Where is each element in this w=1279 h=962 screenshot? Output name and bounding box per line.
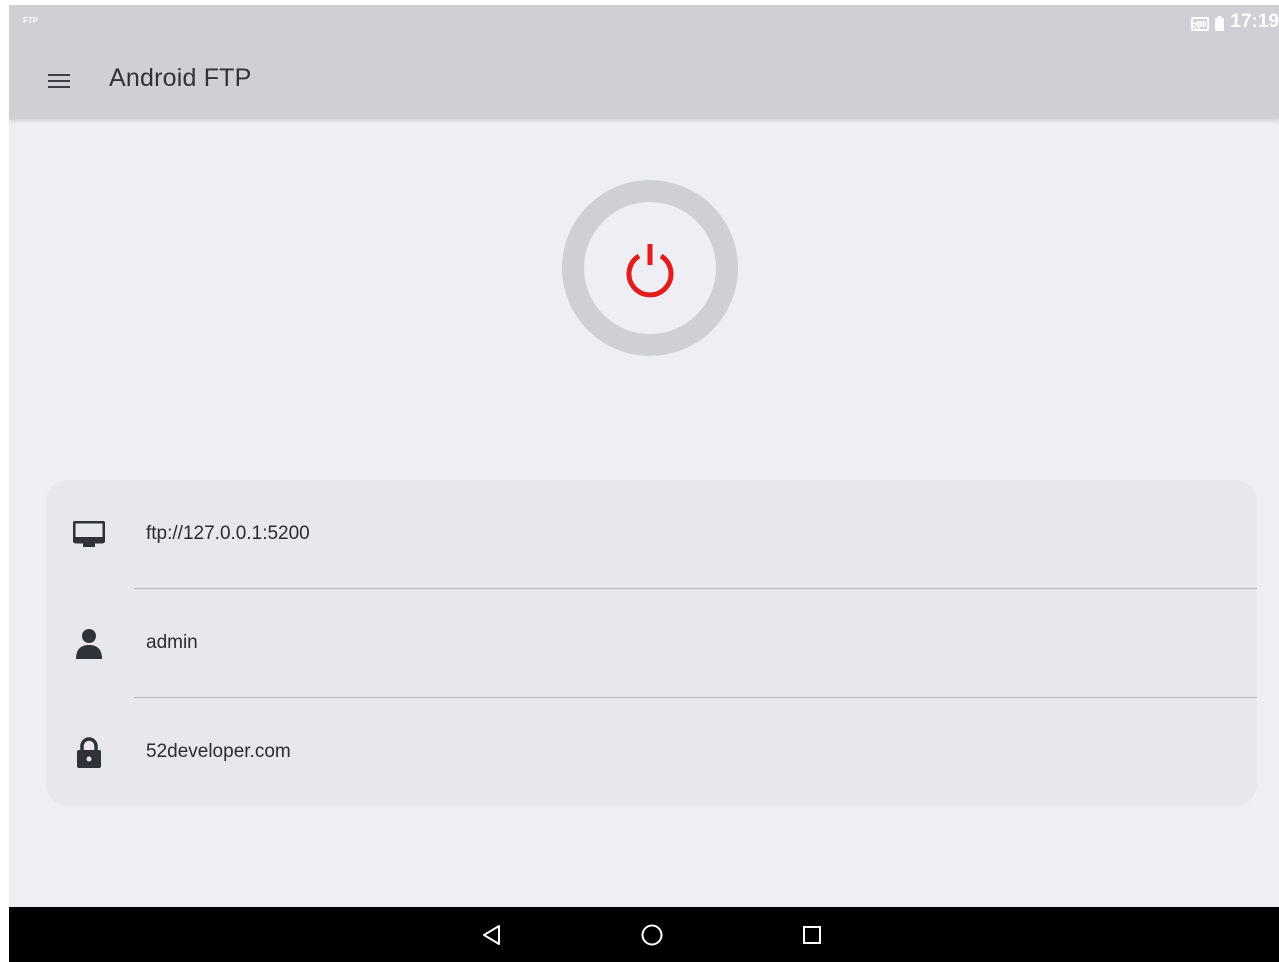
app-screen: FTP 17:19 Android FTP ftp://127.0.0.1:52… (9, 5, 1279, 962)
lock-icon (72, 737, 106, 768)
nav-recents-button[interactable] (792, 919, 832, 951)
home-icon (641, 924, 663, 946)
power-icon (626, 244, 674, 298)
system-nav-bar (9, 907, 1279, 962)
password-row[interactable]: 52developer.com (46, 698, 1257, 806)
password-text: 52developer.com (146, 741, 291, 762)
nav-back-button[interactable] (472, 919, 512, 951)
back-icon (483, 925, 500, 945)
status-app-label: FTP (23, 16, 39, 25)
ftp-address-text: ftp://127.0.0.1:5200 (146, 523, 310, 544)
app-toolbar: Android FTP (9, 39, 1279, 119)
status-time: 17:19 (1230, 11, 1279, 32)
menu-button[interactable] (39, 61, 79, 101)
battery-icon (1215, 15, 1225, 31)
status-bar: FTP 17:19 (9, 5, 1279, 39)
address-row[interactable]: ftp://127.0.0.1:5200 (46, 480, 1257, 588)
nav-home-button[interactable] (632, 919, 672, 951)
username-text: admin (146, 632, 198, 653)
monitor-icon (72, 520, 106, 550)
power-button-inner (584, 202, 716, 334)
status-right-area: 17:19 (1191, 11, 1279, 33)
cast-icon (1191, 15, 1210, 31)
power-toggle-button[interactable] (562, 180, 738, 356)
menu-icon (48, 74, 70, 88)
person-icon (72, 629, 106, 659)
toolbar-title: Android FTP (109, 64, 252, 92)
server-info-card: ftp://127.0.0.1:5200 admin 52developer.c… (46, 480, 1257, 806)
recents-icon (803, 926, 821, 944)
username-row[interactable]: admin (46, 589, 1257, 697)
